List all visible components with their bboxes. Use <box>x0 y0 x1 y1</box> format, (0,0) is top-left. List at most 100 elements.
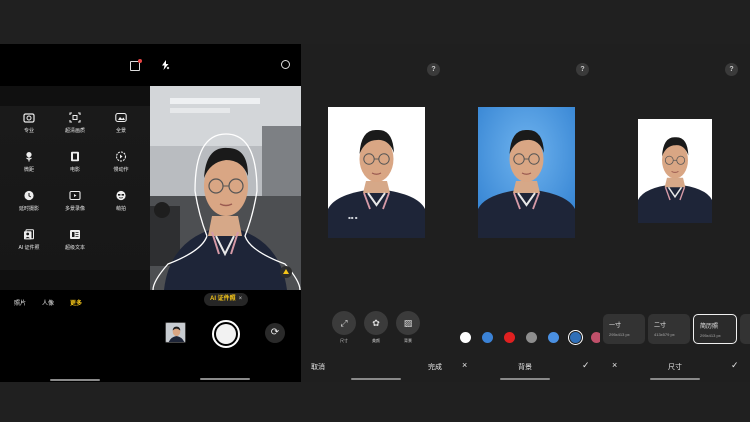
mode-pro[interactable]: 专业 <box>6 112 52 134</box>
shutter-button[interactable] <box>212 320 240 348</box>
size-option-card[interactable]: 一寸 295x413 px <box>603 314 645 344</box>
size-option-card[interactable]: 二寸 413x579 px <box>648 314 690 344</box>
mode-slow-motion[interactable]: 慢动作 <box>98 151 144 173</box>
top-bar <box>0 44 150 86</box>
home-indicator <box>200 378 250 380</box>
pro-mode-icon <box>23 112 35 123</box>
color-swatch[interactable] <box>526 332 537 343</box>
close-icon[interactable]: × <box>239 296 243 302</box>
beauty-icon: ✿ <box>364 311 388 335</box>
size-name: 简历照 <box>700 324 719 330</box>
gallery-thumbnail[interactable] <box>165 322 186 343</box>
mode-label: 微距 <box>23 167 34 173</box>
help-icon[interactable]: ? <box>725 63 738 76</box>
help-icon[interactable]: ? <box>427 63 440 76</box>
home-indicator <box>500 378 550 380</box>
size-name: 二寸 <box>654 323 667 329</box>
check-icon[interactable]: ✓ <box>731 360 739 371</box>
mode-label: AI 证件照 <box>18 245 40 251</box>
mode-label: 萌拍 <box>115 206 126 212</box>
mode-label: 多景录像 <box>64 206 85 212</box>
mode-label: 电影 <box>69 167 80 173</box>
home-indicator <box>351 378 401 380</box>
background-editor-screen: ? × 背景 ✓ <box>450 44 600 382</box>
mode-label: 超级文本 <box>64 245 85 251</box>
size-editor-screen: ? 一寸 295x413 px 二寸 413x579 px 简历照 295x41… <box>600 44 750 382</box>
size-option-card-selected[interactable]: 简历照 295x413 px <box>693 314 737 344</box>
color-swatch[interactable] <box>460 332 471 343</box>
mode-ai-id-photo[interactable]: AI 证件照 <box>6 229 52 251</box>
badge-label: AI 证件照 <box>210 296 236 302</box>
close-icon[interactable]: × <box>462 360 467 370</box>
id-photo-preview <box>478 107 575 238</box>
svg-text:▪▪ ▪: ▪▪ ▪ <box>348 215 358 220</box>
id-photo-preview: ▪▪ ▪ <box>328 107 425 238</box>
edit-icon[interactable] <box>130 59 142 71</box>
mode-multi-view[interactable]: 多景录像 <box>52 190 98 212</box>
done-button[interactable]: 完成 <box>428 362 442 372</box>
macro-flower-icon <box>23 151 35 162</box>
panel-title: 尺寸 <box>668 364 682 371</box>
mode-label: 全景 <box>115 128 126 134</box>
tool-label: 尺寸 <box>340 338 348 343</box>
tool-label: 背景 <box>404 338 412 343</box>
panel-title: 背景 <box>518 364 532 371</box>
mode-label: 延时摄影 <box>18 206 39 212</box>
viewfinder[interactable] <box>150 86 301 290</box>
slow-motion-icon <box>115 151 127 162</box>
size-dimensions: 295x413 px <box>700 333 721 338</box>
timelapse-clock-icon <box>23 190 35 201</box>
tab-photo[interactable]: 照片 <box>14 298 26 307</box>
beauty-tool-button[interactable]: ✿ 美颜 <box>364 311 388 344</box>
ai-id-photo-badge[interactable]: AI 证件照 × <box>204 293 249 306</box>
cancel-button[interactable]: 取消 <box>311 362 325 372</box>
size-dimensions: 295x413 px <box>609 332 630 337</box>
id-photo-editor-screen: ? ▪▪ ▪ ⤢ 尺寸 ✿ 美颜 ▨ 背景 取消 完成 <box>301 44 450 382</box>
multi-view-video-icon <box>69 190 81 201</box>
switch-camera-icon[interactable]: ⟳ <box>265 323 285 343</box>
mode-label: 专业 <box>23 128 34 134</box>
tab-more[interactable]: 更多 <box>70 298 82 307</box>
crop-size-icon: ⤢ <box>332 311 356 335</box>
size-option-card[interactable] <box>740 314 750 344</box>
settings-icon[interactable] <box>281 60 290 69</box>
super-resolution-icon <box>69 112 81 123</box>
check-icon[interactable]: ✓ <box>582 360 590 371</box>
close-icon[interactable]: × <box>612 360 617 370</box>
mode-tab-bar: 照片 人像 更多 <box>0 290 150 382</box>
mode-label: 超清画质 <box>64 128 85 134</box>
mode-film[interactable]: 电影 <box>52 151 98 173</box>
size-tool-button[interactable]: ⤢ 尺寸 <box>332 311 356 344</box>
color-swatch[interactable] <box>504 332 515 343</box>
id-photo-preview <box>638 119 712 223</box>
id-photo-icon <box>23 229 35 240</box>
super-text-icon <box>69 229 81 240</box>
film-icon <box>69 151 81 162</box>
size-name: 一寸 <box>609 323 622 329</box>
mode-super-resolution[interactable]: 超清画质 <box>52 112 98 134</box>
color-swatch[interactable] <box>567 329 584 346</box>
flash-off-icon[interactable] <box>161 60 170 72</box>
mode-super-text[interactable]: 超级文本 <box>52 229 98 251</box>
camera-viewfinder-screen: AI 证件照 × ⟳ <box>150 44 301 382</box>
color-swatch[interactable] <box>591 332 600 343</box>
modes-grid: 专业 超清画质 全景 微距 电影 慢动作 延时摄影 多景录像 萌拍 AI 证件照… <box>0 106 150 270</box>
mode-timelapse[interactable]: 延时摄影 <box>6 190 52 212</box>
color-swatch[interactable] <box>482 332 493 343</box>
home-indicator <box>50 379 100 381</box>
mode-panorama[interactable]: 全景 <box>98 112 144 134</box>
cute-face-icon <box>115 190 127 201</box>
help-icon[interactable]: ? <box>576 63 589 76</box>
mode-cute[interactable]: 萌拍 <box>98 190 144 212</box>
color-swatch[interactable] <box>548 332 559 343</box>
more-modes-screen: 专业 超清画质 全景 微距 电影 慢动作 延时摄影 多景录像 萌拍 AI 证件照… <box>0 44 150 382</box>
background-icon: ▨ <box>396 311 420 335</box>
mode-macro[interactable]: 微距 <box>6 151 52 173</box>
panorama-icon <box>115 112 127 123</box>
tool-label: 美颜 <box>372 338 380 343</box>
tab-portrait[interactable]: 人像 <box>42 298 54 307</box>
background-tool-button[interactable]: ▨ 背景 <box>396 311 420 344</box>
mode-label: 慢动作 <box>113 167 129 173</box>
home-indicator <box>650 378 700 380</box>
size-dimensions: 413x579 px <box>654 332 675 337</box>
